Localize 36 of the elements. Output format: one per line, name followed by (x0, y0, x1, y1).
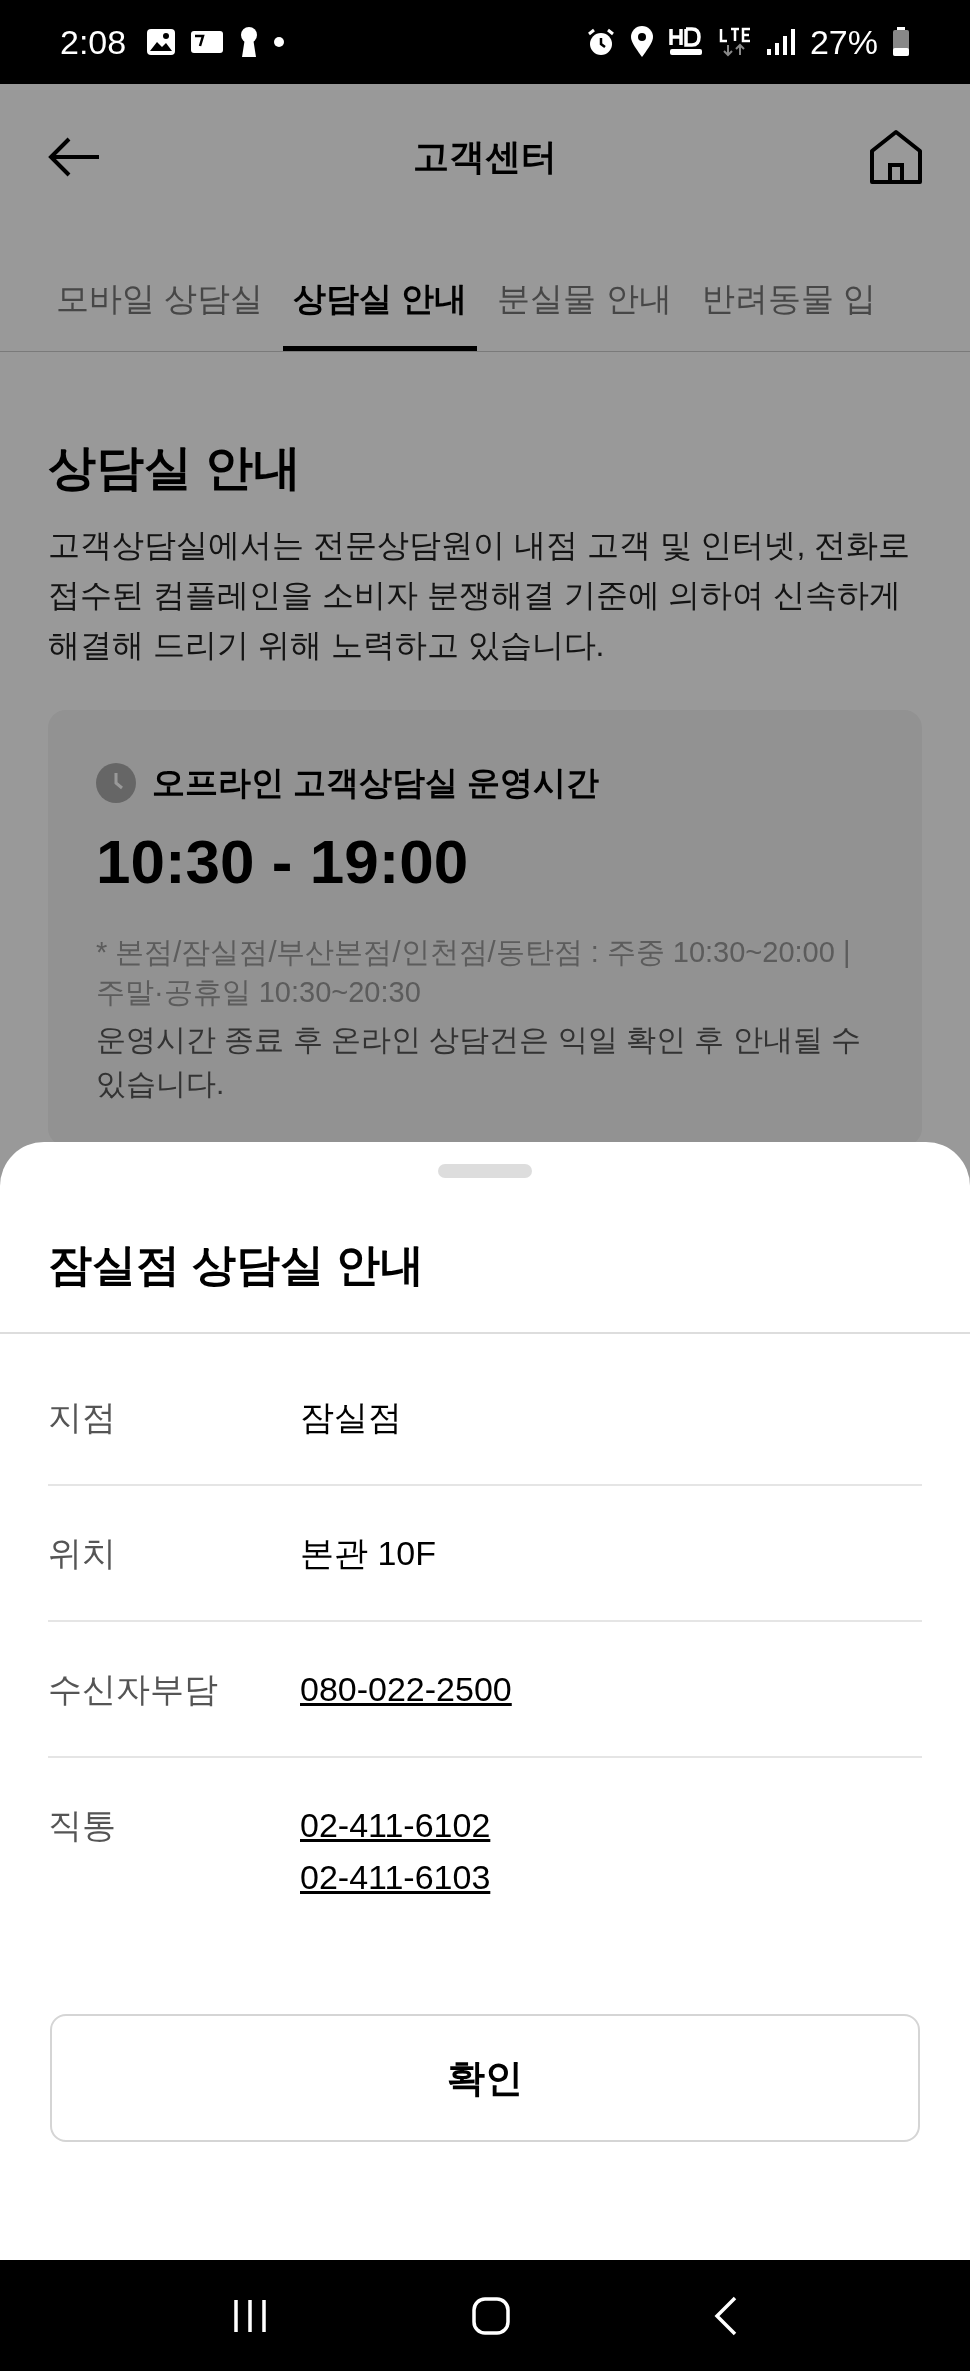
lte-icon (717, 27, 752, 57)
home-icon (869, 129, 923, 185)
hours-notice: 운영시간 종료 후 온라인 상담건은 익일 확인 후 안내될 수 있습니다. (96, 1021, 862, 1102)
card-title: 오프라인 고객상담실 운영시간 (152, 763, 600, 803)
dot-icon (274, 37, 285, 47)
info-label: 위치 (48, 1533, 117, 1574)
back-arrow-icon (47, 137, 101, 177)
image-icon (146, 28, 177, 56)
page-title: 고객센터 (413, 135, 557, 179)
battery-percent: 27% (809, 21, 878, 63)
info-value: 본관 10F (300, 1533, 437, 1574)
phone-link[interactable]: 080-022-2500 (300, 1663, 512, 1715)
info-value: 잠실점 (300, 1397, 402, 1438)
back-nav-icon[interactable] (714, 2295, 738, 2336)
info-label: 수신자부담 (48, 1669, 219, 1710)
drag-handle[interactable] (438, 1164, 532, 1178)
opening-hours: 10:30 - 19:00 (96, 825, 470, 898)
confirm-button[interactable]: 확인 (50, 2014, 920, 2142)
battery-icon (892, 27, 910, 57)
signal-icon (765, 27, 796, 57)
hd-voice-icon (667, 27, 704, 57)
intro-paragraph: 고객상담실에서는 전문상담원이 내점 고객 및 인터넷, 전화로 접수된 컴플레인을 소비자 분쟁해결 기준에 의하여 신속하게 해결해 드리기 위해 노력하고 있습니다. (48, 526, 912, 665)
clock-icon (96, 762, 136, 803)
status-time: 2:08 (60, 21, 127, 63)
home-nav-icon[interactable] (472, 2296, 510, 2335)
info-label: 직통 (48, 1805, 117, 1846)
recent-apps-icon[interactable] (232, 2297, 268, 2334)
sheet-title: 잠실점 상담실 안내 (0, 1178, 970, 1334)
info-label: 지점 (48, 1397, 117, 1438)
location-icon (629, 26, 654, 58)
tab[interactable]: 상담실 안내 (283, 229, 478, 351)
phone-link[interactable]: 02-411-6102 (300, 1799, 491, 1851)
card-icon (190, 30, 225, 54)
alarm-icon (585, 27, 616, 57)
section-heading: 상담실 안내 (48, 440, 303, 496)
phone-link[interactable]: 02-411-6103 (300, 1851, 491, 1903)
